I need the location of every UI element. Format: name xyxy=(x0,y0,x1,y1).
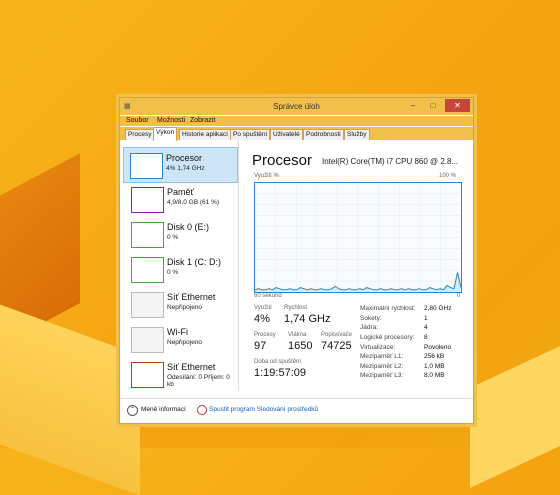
spec-label: Maximální rychlost: xyxy=(360,305,416,312)
cpu-model: Intel(R) Core(TM) i7 CPU 860 @ 2.8... xyxy=(322,157,459,166)
handles-label: Popisovače xyxy=(321,332,353,338)
graph-grid xyxy=(255,183,461,292)
utilization-value: 4% xyxy=(254,313,270,325)
network-thumbnail xyxy=(131,327,164,353)
graph-max-label: 100 % xyxy=(439,173,457,179)
spec-label: Mezipaměť L1: xyxy=(360,353,404,360)
memory-thumbnail xyxy=(131,187,164,213)
menu-bar: Soubor Možnosti Zobrazit xyxy=(120,116,473,126)
resource-list: Procesor 4% 1,74 GHz Paměť 4,9/8,0 GB (6… xyxy=(120,140,239,390)
resource-name: Síť Ethernet xyxy=(167,362,216,372)
tab-performance[interactable]: Výkon xyxy=(153,127,178,141)
tab-bar: Procesy Výkon Historie aplikací Po spušt… xyxy=(120,127,473,141)
spec-value: 256 kB xyxy=(424,353,445,360)
resource-disk-0[interactable]: Disk 0 (E:) 0 % xyxy=(125,217,237,251)
resource-monitor-icon xyxy=(197,405,207,415)
resource-name: Disk 1 (C: D:) xyxy=(167,257,221,267)
maximize-button[interactable]: □ xyxy=(423,99,443,112)
threads-value: 1650 xyxy=(288,340,313,352)
tab-startup[interactable]: Po spuštění xyxy=(230,129,271,140)
open-resource-monitor-link[interactable]: Spustit program Sledování prostředků xyxy=(209,406,318,413)
tab-app-history[interactable]: Historie aplikací xyxy=(179,129,231,140)
tab-users[interactable]: Uživatelé xyxy=(270,129,303,140)
resource-detail: Odesílání: 0 Příjem: 0 kb xyxy=(167,374,230,388)
resource-name: Procesor xyxy=(166,153,203,163)
resource-detail: Nepřipojeno xyxy=(167,339,203,346)
graph-label: Využití % xyxy=(254,173,279,179)
resource-detail: 0 % xyxy=(167,234,179,241)
resource-disk-1[interactable]: Disk 1 (C: D:) 0 % xyxy=(125,252,237,286)
spec-value: 1 xyxy=(424,315,428,322)
minimize-button[interactable]: – xyxy=(403,99,423,112)
spec-label: Mezipaměť L3: xyxy=(360,372,404,379)
resource-cpu[interactable]: Procesor 4% 1,74 GHz xyxy=(123,147,238,183)
menu-view[interactable]: Zobrazit xyxy=(190,117,215,124)
resource-detail: 4% 1,74 GHz xyxy=(166,165,205,172)
graph-zero-label: 0 xyxy=(457,293,461,299)
disk-thumbnail xyxy=(131,222,164,248)
cpu-graph xyxy=(254,182,462,293)
tab-services[interactable]: Služby xyxy=(344,129,370,140)
graph-time-label: 60 sekund xyxy=(254,293,282,299)
resource-memory[interactable]: Paměť 4,9/8,0 GB (61 %) xyxy=(125,182,237,216)
background-shape xyxy=(470,332,560,488)
processes-value: 97 xyxy=(254,340,267,352)
spec-label: Logické procesory: xyxy=(360,334,415,341)
threads-label: Vlákna xyxy=(288,332,307,338)
tab-details[interactable]: Podrobnosti xyxy=(303,129,344,140)
speed-value: 1,74 GHz xyxy=(284,313,331,325)
menu-options[interactable]: Možnosti xyxy=(157,117,185,124)
spec-value: Povoleno xyxy=(424,344,452,351)
spec-value: 1,0 MB xyxy=(424,363,445,370)
menu-file[interactable]: Soubor xyxy=(126,117,149,124)
resource-ethernet[interactable]: Síť Ethernet Nepřipojeno xyxy=(125,287,237,321)
resource-name: Síť Ethernet xyxy=(167,292,216,302)
spec-value: 8 xyxy=(424,334,428,341)
resource-name: Wi-Fi xyxy=(167,327,188,337)
resource-name: Disk 0 (E:) xyxy=(167,222,210,232)
collapse-icon[interactable]: ⌃ xyxy=(127,405,138,416)
spec-label: Virtualizace: xyxy=(360,344,396,351)
disk-thumbnail xyxy=(131,257,164,283)
fewer-details-link[interactable]: Méně informací xyxy=(141,406,186,413)
resource-detail: 0 % xyxy=(167,269,179,276)
network-thumbnail xyxy=(131,292,164,318)
spec-label: Sokety: xyxy=(360,315,382,322)
panel-title: Procesor xyxy=(252,152,313,169)
bottom-bar: ⌃ Méně informací Spustit program Sledová… xyxy=(120,398,473,424)
uptime-label: Doba od spuštění xyxy=(254,359,302,365)
close-button[interactable]: ✕ xyxy=(445,99,470,112)
spec-value: 2,80 GHz xyxy=(424,305,452,312)
spec-label: Jádra: xyxy=(360,324,379,331)
handles-value: 74725 xyxy=(321,340,352,352)
resource-ethernet-2[interactable]: Síť Ethernet Odesílání: 0 Příjem: 0 kb xyxy=(125,357,237,391)
resource-detail: Nepřipojeno xyxy=(167,304,203,311)
spec-label: Mezipaměť L2: xyxy=(360,363,404,370)
spec-value: 8,0 MB xyxy=(424,372,445,379)
resource-name: Paměť xyxy=(167,187,194,197)
cpu-graph-svg xyxy=(254,183,462,292)
speed-label: Rychlost xyxy=(284,305,308,311)
utilization-label: Využití xyxy=(254,305,272,311)
task-manager-window: ▦ Správce úloh – □ ✕ Soubor Možnosti Zob… xyxy=(119,97,474,424)
uptime-value: 1:19:57:09 xyxy=(254,367,306,379)
resource-detail: 4,9/8,0 GB (61 %) xyxy=(167,199,220,206)
network-thumbnail xyxy=(131,362,164,388)
title-bar[interactable]: ▦ Správce úloh – □ ✕ xyxy=(120,98,473,115)
cpu-thumbnail xyxy=(130,153,163,179)
processes-label: Procesy xyxy=(254,332,276,338)
tab-processes[interactable]: Procesy xyxy=(125,129,155,140)
performance-panel: Procesor Intel(R) Core(TM) i7 CPU 860 @ … xyxy=(244,140,469,390)
resource-wifi[interactable]: Wi-Fi Nepřipojeno xyxy=(125,322,237,356)
spec-value: 4 xyxy=(424,324,428,331)
